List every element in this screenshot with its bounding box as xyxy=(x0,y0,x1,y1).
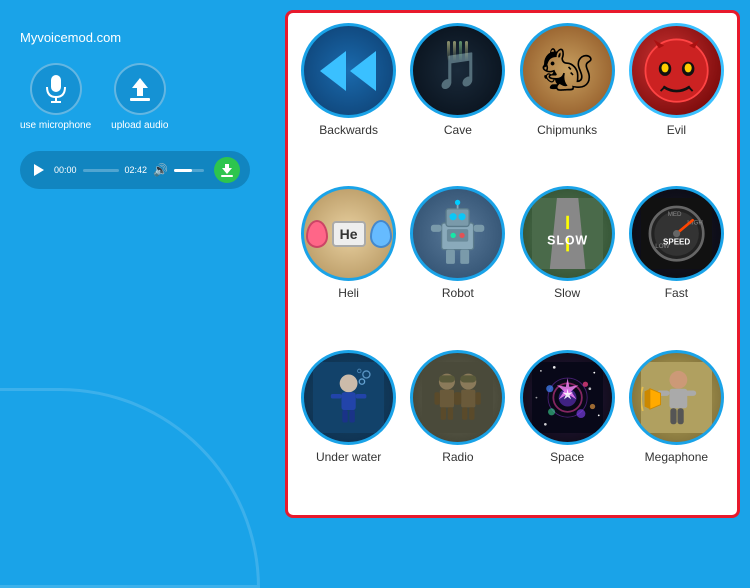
volume-bar[interactable] xyxy=(174,169,204,172)
current-time: 00:00 xyxy=(54,165,77,175)
effect-chipmunks-circle: 🐿 xyxy=(520,23,615,118)
speed-dial-icon: LOW MED HIGH SPEED xyxy=(641,198,712,269)
total-time: 02:42 xyxy=(125,165,148,175)
effect-cave-circle: 🎵 xyxy=(410,23,505,118)
cave-lights xyxy=(447,41,468,61)
effect-underwater-circle xyxy=(301,350,396,445)
svg-text:SPEED: SPEED xyxy=(663,238,690,247)
effect-cave-label: Cave xyxy=(444,123,472,137)
upload-icon-circle xyxy=(114,63,166,115)
microphone-icon-circle xyxy=(30,63,82,115)
effect-fast-label: Fast xyxy=(665,286,688,300)
microphone-button[interactable]: use microphone xyxy=(20,63,91,131)
effect-chipmunks[interactable]: 🐿 Chipmunks xyxy=(515,23,620,178)
effect-heli-label: Heli xyxy=(338,286,359,300)
effect-megaphone[interactable]: Megaphone xyxy=(624,350,729,505)
effect-robot[interactable]: Robot xyxy=(405,186,510,341)
space-icon xyxy=(532,362,603,433)
radio-icon xyxy=(422,362,493,433)
effect-robot-circle xyxy=(410,186,505,281)
effect-space[interactable]: Space xyxy=(515,350,620,505)
effect-backwards-label: Backwards xyxy=(319,123,378,137)
effect-megaphone-circle xyxy=(629,350,724,445)
svg-text:MED: MED xyxy=(667,211,681,218)
play-icon xyxy=(34,164,44,176)
effect-heli[interactable]: He Heli xyxy=(296,186,401,341)
svg-text:SLOW: SLOW xyxy=(547,234,588,248)
microphone-icon xyxy=(45,75,67,103)
underwater-icon xyxy=(313,362,384,433)
microphone-label: use microphone xyxy=(20,120,91,131)
upload-icon xyxy=(128,76,152,102)
upload-label: upload audio xyxy=(111,120,168,131)
effect-megaphone-label: Megaphone xyxy=(645,450,708,464)
evil-icon xyxy=(641,35,712,106)
site-title: Myvoicemod.com xyxy=(20,30,260,45)
robot-icon xyxy=(422,198,493,269)
effect-evil-label: Evil xyxy=(667,123,686,137)
heli-balloons: He xyxy=(306,220,392,248)
chipmunks-icon: 🐿 xyxy=(540,46,593,95)
effect-robot-label: Robot xyxy=(442,286,474,300)
effect-evil[interactable]: Evil xyxy=(624,23,729,178)
effect-fast[interactable]: LOW MED HIGH SPEED Fast xyxy=(624,186,729,341)
download-button[interactable] xyxy=(214,157,240,183)
effect-cave[interactable]: 🎵 Cave xyxy=(405,23,510,178)
progress-bar[interactable] xyxy=(83,169,119,172)
effect-backwards[interactable]: Backwards xyxy=(296,23,401,178)
download-icon xyxy=(220,163,234,177)
effect-evil-circle xyxy=(629,23,724,118)
upload-button[interactable]: upload audio xyxy=(111,63,168,131)
effect-fast-circle: LOW MED HIGH SPEED xyxy=(629,186,724,281)
effect-underwater-label: Under water xyxy=(316,450,381,464)
effect-slow-circle: SLOW xyxy=(520,186,615,281)
play-button[interactable] xyxy=(30,161,48,179)
effect-slow[interactable]: SLOW Slow xyxy=(515,186,620,341)
player-bar: 00:00 02:42 🔊 xyxy=(20,151,250,189)
volume-icon: 🔊 xyxy=(153,163,168,177)
effects-panel: Backwards 🎵 Cave 🐿 Chipmunks xyxy=(285,10,740,518)
effect-space-circle xyxy=(520,350,615,445)
backwards-icon xyxy=(320,51,378,91)
effect-slow-label: Slow xyxy=(554,286,580,300)
controls-row: use microphone upload audio xyxy=(20,63,260,131)
background-decoration xyxy=(0,388,260,588)
left-panel: Myvoicemod.com use microphone xyxy=(20,30,260,189)
effect-radio[interactable]: Radio xyxy=(405,350,510,505)
effect-space-label: Space xyxy=(550,450,584,464)
slow-road-icon: SLOW xyxy=(532,198,603,269)
volume-fill xyxy=(174,169,192,172)
effect-radio-circle xyxy=(410,350,505,445)
effect-backwards-circle xyxy=(301,23,396,118)
effect-radio-label: Radio xyxy=(442,450,473,464)
effect-chipmunks-label: Chipmunks xyxy=(537,123,597,137)
effect-underwater[interactable]: Under water xyxy=(296,350,401,505)
megaphone-icon xyxy=(641,362,712,433)
effect-heli-circle: He xyxy=(301,186,396,281)
